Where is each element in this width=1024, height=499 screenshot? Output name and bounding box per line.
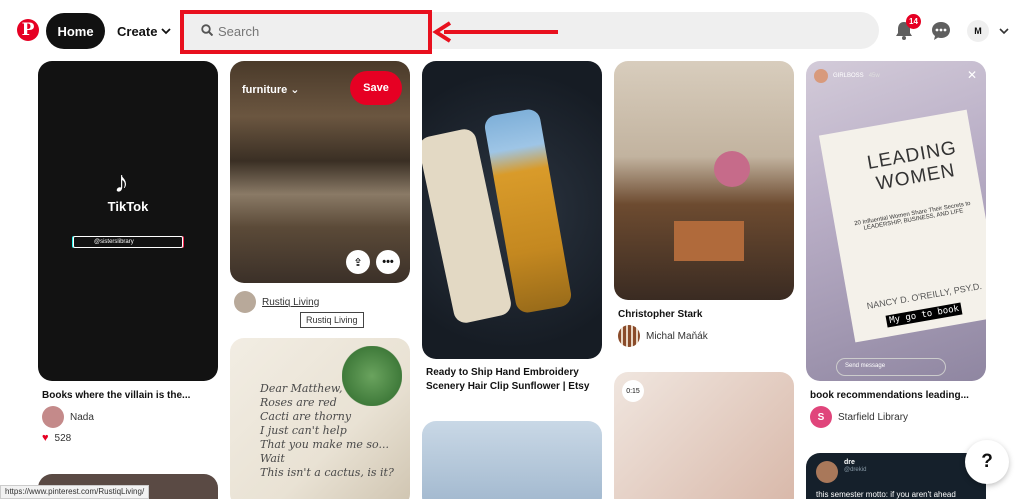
pin-author[interactable]: S Starfield Library <box>810 406 908 428</box>
author-avatar <box>234 291 256 313</box>
author-name: Michal Maňák <box>646 330 708 342</box>
create-label: Create <box>117 23 158 39</box>
author-avatar <box>618 325 640 347</box>
help-button[interactable]: ? <box>965 440 1009 484</box>
author-avatar: S <box>810 406 832 428</box>
note-line: This isn't a cactus, is it? <box>260 466 394 479</box>
pin-furniture-image[interactable]: furniture ⌄ Save ⇪ ••• <box>230 61 410 283</box>
pin-tweet-image[interactable]: dre @drekid this semester motto: if you … <box>806 453 986 499</box>
tweet-handle: @drekid <box>844 467 867 473</box>
pin-image[interactable] <box>422 421 602 499</box>
author-name[interactable]: Rustiq Living <box>262 297 319 308</box>
board-name: furniture <box>242 84 288 96</box>
pin-title[interactable]: Christopher Stark <box>618 308 702 322</box>
tiktok-brand: TikTok <box>107 199 149 214</box>
save-button[interactable]: Save <box>350 71 402 105</box>
note-line: Cacti are thorny <box>260 410 352 423</box>
board-selector[interactable]: furniture ⌄ <box>242 83 300 96</box>
status-bar-url: https://www.pinterest.com/RustiqLiving/ <box>0 485 150 499</box>
note-line: I just can't help <box>260 424 347 437</box>
create-button[interactable]: Create <box>117 13 172 49</box>
tweet-name: dre <box>844 459 855 466</box>
search-icon <box>201 24 213 36</box>
flower-vase <box>714 151 750 187</box>
author-name: Nada <box>70 411 94 423</box>
story-user: GIRLBOSS <box>833 73 864 79</box>
story-age: 45w <box>868 73 880 79</box>
author-name: Starfield Library <box>838 411 909 423</box>
pin-author[interactable]: Michal Maňák <box>618 325 708 347</box>
copper-sink <box>674 221 744 261</box>
send-message-field: Send message <box>836 358 946 376</box>
reaction-count: 528 <box>54 432 72 444</box>
tooltip: Rustiq Living <box>300 312 364 328</box>
pin-title[interactable]: Ready to Ship Hand Embroidery Scenery Ha… <box>426 366 602 394</box>
video-duration: 0:15 <box>622 380 644 402</box>
pin-tiktok-image[interactable]: ♪ TikTok @sisterslibrary <box>38 61 218 381</box>
author-avatar <box>42 406 64 428</box>
close-icon: ✕ <box>966 68 977 82</box>
pin-book-image[interactable]: GIRLBOSS 45w ✕ LEADING WOMEN 20 Influent… <box>806 61 986 381</box>
note-line: Wait <box>260 452 285 465</box>
more-options-icon[interactable]: ••• <box>376 250 400 274</box>
heart-icon: ♥ <box>42 432 49 444</box>
arrow-annotation <box>432 21 558 43</box>
tweet-text: this semester motto: if you aren't ahead <box>816 490 956 499</box>
cactus-plant <box>342 346 402 406</box>
tweet-avatar <box>816 461 838 483</box>
pin-reactions: ♥ 528 <box>42 432 71 444</box>
share-icon[interactable]: ⇪ <box>346 250 370 274</box>
story-header: GIRLBOSS 45w <box>814 69 880 83</box>
pin-cactus-note-image[interactable]: Dear Matthew, Roses are red Cacti are th… <box>230 338 410 499</box>
pin-title[interactable]: book recommendations leading... <box>810 389 969 403</box>
tiktok-logo-icon: ♪ <box>114 166 129 199</box>
home-button[interactable]: Home <box>46 13 105 49</box>
search-input[interactable] <box>218 22 418 40</box>
notification-badge: 14 <box>906 14 921 29</box>
user-avatar[interactable]: M <box>967 20 989 42</box>
pin-hairclip-image[interactable] <box>422 61 602 359</box>
pin-title[interactable]: Books where the villain is the... <box>42 389 190 403</box>
message-icon[interactable] <box>930 20 952 42</box>
pinterest-logo[interactable]: P <box>17 19 39 41</box>
account-chevron-icon[interactable] <box>998 25 1010 37</box>
story-avatar <box>814 69 828 83</box>
pin-author[interactable]: Rustiq Living <box>234 291 319 313</box>
tiktok-handle: @sisterslibrary <box>73 236 183 248</box>
chevron-down-icon <box>161 28 172 35</box>
note-line: That you make me so... <box>260 438 389 451</box>
pin-kitchen-image[interactable] <box>614 61 794 300</box>
pin-author[interactable]: Nada <box>42 406 94 428</box>
pin-video-image[interactable]: 0:15 <box>614 372 794 499</box>
